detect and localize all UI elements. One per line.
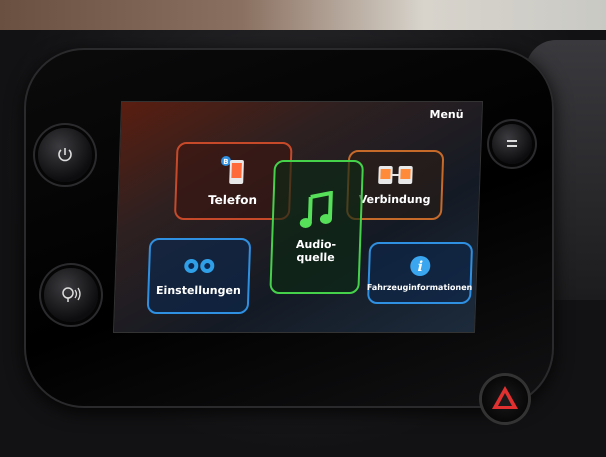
tile-audio-label-2: quelle (296, 250, 335, 264)
tile-einstellungen[interactable]: Einstellungen (146, 238, 252, 314)
tile-telefon-label: Telefon (207, 192, 258, 207)
voice-control-icon (44, 268, 98, 322)
gears-icon (179, 255, 220, 280)
tile-einstellungen-label: Einstellungen (155, 284, 242, 297)
info-icon: i (409, 255, 432, 279)
right-knob[interactable] (492, 124, 532, 164)
power-icon (38, 128, 92, 182)
menu-label[interactable]: Menü (429, 108, 464, 121)
music-note-icon (297, 190, 337, 234)
phone-icon: B (219, 155, 248, 189)
voice-button[interactable] (44, 268, 98, 322)
hazard-button[interactable] (482, 376, 528, 422)
menu-knob-icon (492, 124, 532, 164)
power-knob[interactable] (38, 128, 92, 182)
tile-audioquelle[interactable]: Audio- quelle (269, 160, 364, 294)
connection-icon (376, 164, 415, 189)
tile-info-label: Fahrzeuginformationen (366, 282, 473, 292)
hazard-icon (492, 386, 518, 409)
tile-audio-label-1: Audio- (295, 237, 337, 251)
svg-text:B: B (223, 158, 229, 166)
tile-verbindung-label: Verbindung (358, 193, 431, 206)
tile-fahrzeuginformationen[interactable]: i Fahrzeuginformationen (366, 242, 474, 304)
svg-text:i: i (417, 259, 423, 275)
touchscreen: Menü B Telefon Verbindung Einstellungen … (112, 101, 484, 333)
